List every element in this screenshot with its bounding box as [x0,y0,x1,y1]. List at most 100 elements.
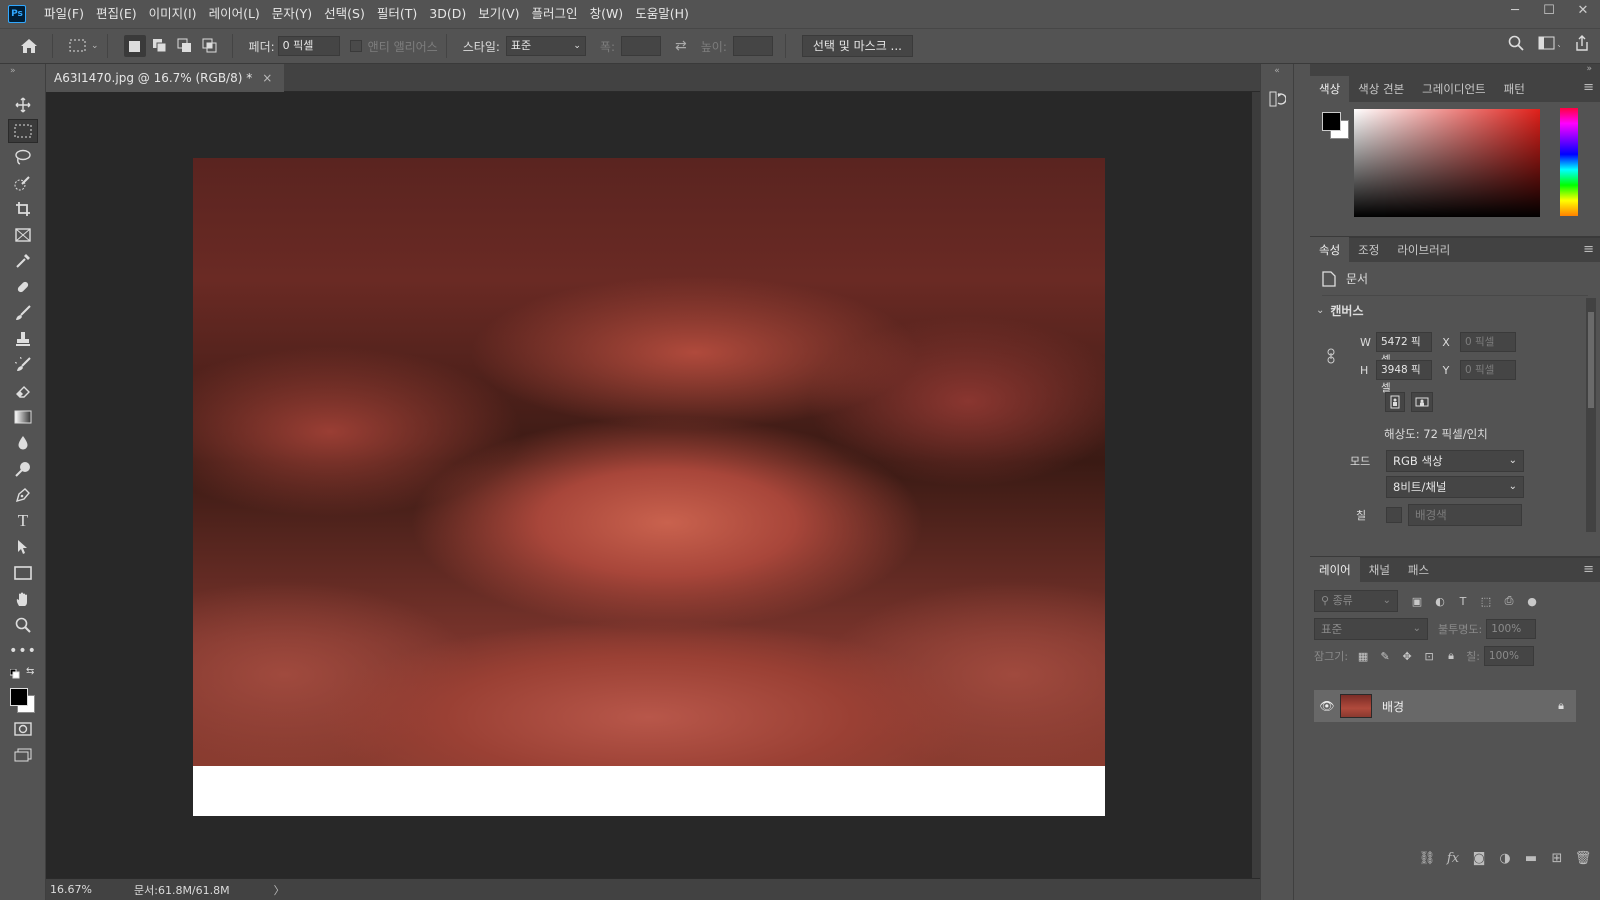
eye-icon[interactable]: 👁︎ [1314,699,1340,713]
filter-smart-object-icon[interactable]: ⎙ [1500,592,1518,610]
select-and-mask-button[interactable]: 선택 및 마스크 ... [801,35,913,57]
width-input[interactable] [621,36,661,56]
canvas-y-input[interactable]: 0 픽셀 [1460,360,1516,380]
home-icon[interactable] [20,38,38,54]
hand-tool[interactable] [0,586,46,612]
canvas[interactable] [193,158,1105,816]
menu-select[interactable]: 선택(S) [318,0,371,28]
swap-dimensions-icon[interactable]: ⇄ [675,38,687,54]
panel-menu-icon[interactable]: ≡ [1583,81,1594,94]
canvas-width-input[interactable]: 5472 픽셀 [1376,332,1432,366]
workspace-icon[interactable]: ⌄ [1538,36,1564,53]
lock-icon[interactable]: 🔒︎ [1558,699,1564,713]
lock-transparent-icon[interactable]: ▦ [1354,647,1372,665]
fill-select[interactable]: 배경색 [1408,504,1522,526]
canvas-x-input[interactable]: 0 픽셀 [1460,332,1516,352]
subtract-selection-icon[interactable] [174,35,196,57]
tab-layers[interactable]: 레이어 [1310,557,1360,583]
delete-layer-icon[interactable]: 🗑︎ [1574,851,1592,866]
link-layers-icon[interactable]: ⛓︎ [1418,851,1436,866]
rectangle-tool[interactable] [0,560,46,586]
marquee-preset-icon[interactable]: ⌄ [69,39,99,53]
panel-menu-icon[interactable]: ≡ [1583,563,1594,576]
frame-tool[interactable] [0,222,46,248]
filter-shape-icon[interactable]: ⬚ [1477,592,1495,610]
collapse-panels-icon[interactable]: » [1310,64,1600,76]
search-icon[interactable] [1508,35,1524,54]
gradient-tool[interactable] [0,404,46,430]
filter-toggle-icon[interactable]: ● [1523,592,1541,610]
lasso-tool[interactable] [0,144,46,170]
hue-slider[interactable] [1560,108,1578,216]
blur-tool[interactable] [0,430,46,456]
layer-row[interactable]: 👁︎ 배경 🔒︎ [1314,690,1576,722]
zoom-tool[interactable] [0,612,46,638]
filter-pixel-icon[interactable]: ▣ [1408,592,1426,610]
menu-layer[interactable]: 레이어(L) [203,0,266,28]
quick-selection-tool[interactable] [0,170,46,196]
zoom-level[interactable]: 16.67% [50,883,120,896]
canvas-height-input[interactable]: 3948 픽셀 [1376,360,1432,394]
link-icon[interactable] [1326,348,1336,364]
menu-type[interactable]: 문자(Y) [266,0,318,28]
chevron-down-icon[interactable]: ⌄ [1316,305,1324,316]
quick-mask-button[interactable] [0,716,46,742]
color-field[interactable] [1354,109,1540,217]
type-tool[interactable]: T [0,508,46,534]
move-tool[interactable] [0,92,46,118]
tab-properties[interactable]: 속성 [1310,237,1350,263]
share-icon[interactable] [1574,35,1590,54]
add-selection-icon[interactable] [149,35,171,57]
style-select[interactable]: 표준 ⌄ [505,36,586,56]
menu-edit[interactable]: 편집(E) [90,0,143,28]
collapse-dock-icon[interactable]: « [1261,64,1293,88]
more-tools-button[interactable]: ••• [0,638,46,664]
blend-mode-select[interactable]: 표준 ⌄ [1314,618,1428,640]
menu-plugins[interactable]: 플러그인 [526,0,584,28]
menu-window[interactable]: 창(W) [584,0,630,28]
intersect-selection-icon[interactable] [199,35,221,57]
document-tab[interactable]: A63I1470.jpg @ 16.7% (RGB/8) * × [46,64,285,92]
menu-filter[interactable]: 필터(T) [371,0,423,28]
document-scrollbar[interactable] [1252,92,1260,878]
menu-view[interactable]: 보기(V) [472,0,525,28]
eyedropper-tool[interactable] [0,248,46,274]
swap-colors-icon[interactable]: ⇆ [26,666,34,677]
height-input[interactable] [732,36,773,56]
lock-all-icon[interactable]: 🔒︎ [1442,647,1460,665]
crop-tool[interactable] [0,196,46,222]
tab-paths[interactable]: 패스 [1399,557,1438,583]
menu-help[interactable]: 도움말(H) [629,0,695,28]
clone-stamp-tool[interactable] [0,326,46,352]
menu-3d[interactable]: 3D(D) [423,0,472,28]
close-button[interactable]: ✕ [1566,0,1600,24]
layer-filter-select[interactable]: ⚲ 종류 ⌄ [1314,590,1398,612]
opacity-input[interactable]: 100% [1486,619,1537,639]
properties-scrollbar[interactable] [1586,298,1596,532]
tab-swatches[interactable]: 색상 견본 [1349,76,1413,102]
portrait-orientation-icon[interactable] [1385,392,1405,412]
fill-color-swatch[interactable] [1386,507,1402,523]
history-brush-tool[interactable] [0,352,46,378]
filter-type-icon[interactable]: T [1454,592,1472,610]
path-selection-tool[interactable] [0,534,46,560]
tab-libraries[interactable]: 라이브러리 [1388,237,1459,263]
minimize-button[interactable]: ─ [1498,0,1532,24]
tab-channels[interactable]: 채널 [1360,557,1399,583]
new-selection-icon[interactable] [123,35,146,57]
antialias-checkbox[interactable] [349,40,362,52]
panel-menu-icon[interactable]: ≡ [1583,243,1594,256]
foreground-color-swatch[interactable] [1322,112,1341,131]
feather-input[interactable]: 0 픽셀 [277,36,340,56]
add-mask-icon[interactable]: ◙ [1470,851,1488,866]
bit-depth-select[interactable]: 8비트/채널 ⌄ [1386,476,1524,498]
lock-position-icon[interactable]: ✥ [1398,647,1416,665]
pen-tool[interactable] [0,482,46,508]
adjustment-layer-icon[interactable]: ◑ [1496,851,1514,866]
status-menu-arrow[interactable]: 〉 [274,882,285,898]
tab-color[interactable]: 색상 [1310,76,1350,102]
rectangular-marquee-tool[interactable] [0,118,46,144]
healing-brush-tool[interactable] [0,274,46,300]
tab-close-icon[interactable]: × [262,71,272,85]
screen-mode-button[interactable] [0,742,46,768]
